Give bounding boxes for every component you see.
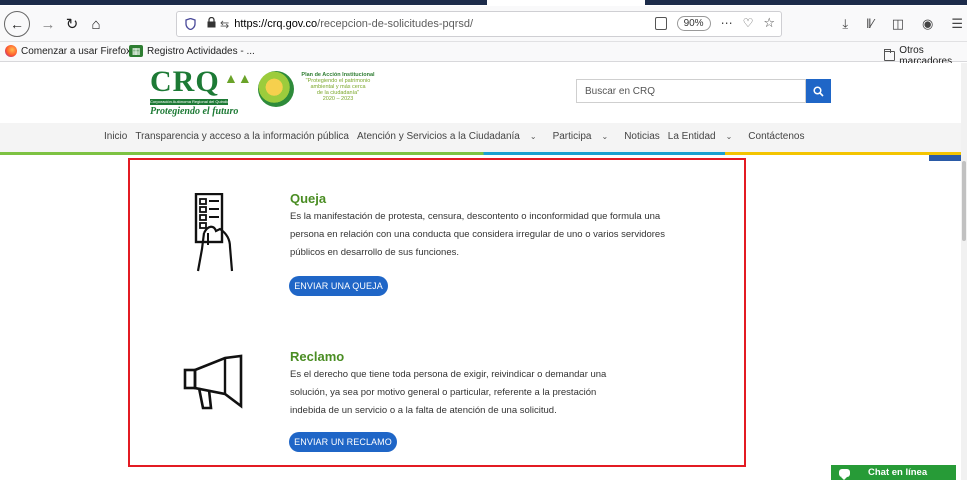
site-search	[576, 79, 831, 103]
logo-bar: Corporación Autónoma Regional del Quindí…	[150, 99, 228, 105]
reload-icon[interactable]: ↻	[60, 12, 84, 36]
menu-item-contactenos[interactable]: Contáctenos	[748, 131, 804, 142]
back-icon[interactable]: ←	[4, 11, 30, 37]
chevron-down-icon: ⌄	[601, 132, 609, 141]
firefox-icon	[5, 45, 17, 57]
chat-widget[interactable]: Chat en línea	[831, 465, 956, 480]
menu-item-transparencia[interactable]: Transparencia y acceso a la información …	[135, 131, 349, 142]
scrollbar-thumb[interactable]	[962, 161, 966, 241]
account-icon[interactable]: ◉	[922, 16, 933, 32]
folder-icon	[884, 49, 896, 61]
menu-icon[interactable]: ☰	[951, 16, 963, 32]
menu-label: Atención y Servicios a la Ciudadanía	[357, 131, 520, 142]
site-header: CRQ ▲▲ Corporación Autónoma Regional del…	[0, 63, 967, 118]
plan-text: Plan de Acción Institucional "Protegiend…	[298, 72, 378, 102]
bookmark-star-icon[interactable]: ☆	[763, 15, 775, 31]
menu-label: La Entidad	[667, 131, 716, 142]
plan-years: 2020 – 2023	[322, 96, 354, 102]
search-button[interactable]	[806, 79, 831, 103]
library-icon[interactable]: ‖⁄	[866, 16, 874, 32]
menu-item-noticias[interactable]: Noticias	[624, 131, 660, 142]
search-input[interactable]	[576, 79, 806, 103]
registro-icon: ▦	[129, 45, 143, 57]
menu-item-participa[interactable]: Participa ⌄	[553, 131, 617, 142]
lock-icon[interactable]	[207, 16, 216, 31]
crq-logo[interactable]: CRQ ▲▲ Corporación Autónoma Regional del…	[150, 67, 252, 117]
chat-label: Chat en línea	[868, 467, 928, 478]
tab-strip-right	[645, 0, 967, 5]
menu-item-inicio[interactable]: Inicio	[104, 131, 127, 142]
browser-toolbar: ← → ↻ ⌂ ⇆ https://crq.gov.co/recepcion-d…	[0, 6, 967, 42]
bookmarks-bar: Comenzar a usar Firefox ▦ Registro Activ…	[0, 42, 967, 67]
sidebar-icon[interactable]: ◫	[892, 16, 904, 32]
zoom-level-badge[interactable]: 90%	[676, 15, 711, 31]
tracking-shield-icon[interactable]	[185, 17, 199, 31]
bookmark-label: Registro Actividades - ...	[147, 45, 255, 57]
bookmark-registro[interactable]: ▦ Registro Actividades - ...	[129, 45, 255, 57]
bookmark-label: Comenzar a usar Firefox	[21, 45, 132, 57]
permissions-icon[interactable]: ⇆	[220, 18, 229, 31]
web-page: CRQ ▲▲ Corporación Autónoma Regional del…	[0, 63, 967, 480]
chevron-down-icon: ⌄	[529, 132, 537, 141]
home-icon[interactable]: ⌂	[84, 12, 108, 36]
address-bar[interactable]: ⇆ https://crq.gov.co/recepcion-de-solici…	[176, 11, 782, 37]
reader-view-icon[interactable]	[654, 16, 667, 30]
tab-strip-left	[0, 0, 487, 5]
url-host: https://crq.gov.co	[234, 18, 318, 30]
menu-item-la-entidad[interactable]: La Entidad ⌄	[668, 131, 741, 142]
color-divider	[0, 152, 967, 155]
page-scrollbar[interactable]	[961, 63, 967, 480]
highlight-box	[128, 158, 746, 467]
url-text[interactable]: https://crq.gov.co/recepcion-de-solicitu…	[234, 18, 473, 30]
trees-icon: ▲▲	[224, 70, 252, 86]
logo-slogan: Protegiendo el futuro	[150, 106, 239, 117]
pocket-icon[interactable]: ♡	[743, 16, 754, 30]
plan-emblem-icon	[258, 71, 294, 107]
bookmark-firefox[interactable]: Comenzar a usar Firefox	[5, 45, 131, 57]
menu-item-atencion[interactable]: Atención y Servicios a la Ciudadanía ⌄	[357, 131, 545, 142]
menu-label: Participa	[552, 131, 592, 142]
url-path: /recepcion-de-solicitudes-pqrsd/	[317, 18, 474, 30]
toolbar-icons: ⤓ ‖⁄ ◫ ◉ ☰	[842, 16, 963, 32]
page-actions-icon[interactable]: ⋯	[721, 16, 733, 30]
forward-icon[interactable]: →	[36, 12, 60, 36]
main-menu: Inicio Transparencia y acceso a la infor…	[0, 123, 967, 153]
search-icon	[813, 85, 824, 97]
chat-bubble-icon	[839, 468, 850, 480]
chevron-down-icon: ⌄	[725, 132, 733, 141]
plan-accion-logo: Plan de Acción Institucional "Protegiend…	[258, 71, 388, 111]
download-icon[interactable]: ⤓	[842, 16, 848, 32]
